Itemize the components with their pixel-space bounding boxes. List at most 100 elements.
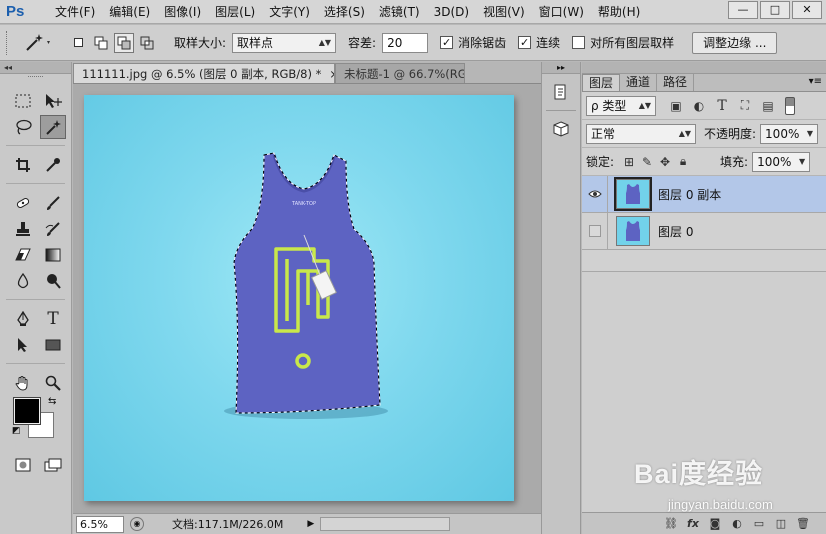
horizontal-scrollbar[interactable]: [320, 517, 451, 531]
maximize-button[interactable]: □: [760, 1, 790, 19]
info-icon[interactable]: ◉: [130, 517, 144, 531]
pen-tool[interactable]: [10, 307, 36, 331]
tool-preset-picker[interactable]: [16, 30, 60, 56]
filter-smart-object-icon[interactable]: ▤: [758, 97, 778, 115]
menu-3d[interactable]: 3D(D): [427, 0, 476, 24]
gradient-tool[interactable]: [40, 243, 66, 267]
sample-size-select[interactable]: 取样点 ▲▼: [232, 32, 337, 53]
trash-icon[interactable]: 🗑︎: [792, 515, 814, 533]
blur-tool[interactable]: [10, 269, 36, 293]
tolerance-input[interactable]: 20: [382, 32, 429, 53]
refine-edge-button[interactable]: 调整边缘 ...: [692, 31, 778, 54]
new-selection-button[interactable]: [68, 33, 88, 53]
menu-filter[interactable]: 滤镜(T): [372, 0, 427, 24]
healing-brush-tool[interactable]: [10, 191, 36, 215]
screen-mode-tool[interactable]: [40, 453, 66, 477]
tab-paths[interactable]: 路径: [657, 74, 695, 91]
menu-layer[interactable]: 图层(L): [208, 0, 262, 24]
foreground-color-swatch[interactable]: [13, 397, 41, 425]
menu-help[interactable]: 帮助(H): [591, 0, 647, 24]
tools-panel-header[interactable]: ◂◂: [0, 62, 71, 74]
lock-transparency-icon[interactable]: ⊞: [620, 153, 638, 171]
intersect-selection-button[interactable]: [137, 33, 157, 53]
lasso-tool[interactable]: [10, 115, 36, 139]
visibility-toggle[interactable]: [582, 175, 608, 213]
filter-pixel-icon[interactable]: ▣: [666, 97, 686, 115]
new-layer-icon[interactable]: ◫: [770, 515, 792, 533]
3d-panel-button[interactable]: [548, 117, 574, 141]
canvas-viewport[interactable]: TANK-TOP: [73, 85, 541, 513]
marquee-tool[interactable]: [10, 89, 36, 113]
layer-thumbnail[interactable]: [614, 177, 652, 211]
menu-file[interactable]: 文件(F): [48, 0, 102, 24]
dodge-tool[interactable]: [40, 269, 66, 293]
antialias-checkbox[interactable]: ✓ 消除锯齿: [440, 34, 506, 51]
hand-tool[interactable]: [10, 371, 36, 395]
menu-window[interactable]: 窗口(W): [532, 0, 591, 24]
layer-filter-select[interactable]: ρ 类型 ▲▼: [586, 95, 656, 116]
eyedropper-tool[interactable]: [40, 153, 66, 177]
layer-row[interactable]: 图层 0 副本: [582, 175, 826, 213]
path-selection-tool[interactable]: [10, 333, 36, 357]
history-brush-tool[interactable]: [40, 217, 66, 241]
panel-menu-icon[interactable]: ▾≡: [809, 76, 822, 87]
add-selection-button[interactable]: [91, 33, 111, 53]
layers-panel-header[interactable]: [582, 62, 826, 74]
document-canvas[interactable]: TANK-TOP: [84, 95, 514, 501]
quick-mask-tool[interactable]: [10, 453, 36, 477]
tab-channels[interactable]: 通道: [620, 74, 658, 91]
eraser-tool[interactable]: [10, 243, 36, 267]
menu-type[interactable]: 文字(Y): [262, 0, 317, 24]
subtract-selection-button[interactable]: [114, 32, 134, 53]
lock-pixels-icon[interactable]: ✎: [638, 153, 656, 171]
document-tabs: 111111.jpg @ 6.5% (图层 0 副本, RGB/8) *× 未标…: [73, 62, 541, 84]
doc-tab-active[interactable]: 111111.jpg @ 6.5% (图层 0 副本, RGB/8) *×: [73, 63, 335, 83]
status-menu-arrow-icon[interactable]: ▶: [307, 519, 314, 529]
filter-toggle-switch[interactable]: [785, 96, 795, 115]
type-tool[interactable]: T: [40, 307, 66, 331]
tab-layers[interactable]: 图层: [582, 74, 621, 91]
swap-colors-icon[interactable]: ⇆: [48, 396, 56, 407]
layer-name[interactable]: 图层 0 副本: [658, 186, 721, 203]
fx-icon[interactable]: fx: [682, 515, 704, 533]
clone-stamp-tool[interactable]: [10, 217, 36, 241]
close-button[interactable]: ✕: [792, 1, 822, 19]
minimize-button[interactable]: —: [728, 1, 758, 19]
rectangle-tool[interactable]: [40, 333, 66, 357]
tools-grip[interactable]: [28, 76, 43, 86]
menu-image[interactable]: 图像(I): [157, 0, 208, 24]
zoom-input[interactable]: 6.5%: [76, 515, 124, 533]
fill-input[interactable]: 100% ▼: [752, 151, 811, 172]
layer-row[interactable]: 图层 0: [582, 212, 826, 250]
contiguous-checkbox[interactable]: ✓ 连续: [518, 34, 560, 51]
photoshop-logo: Ps: [6, 2, 25, 20]
default-colors-icon[interactable]: ◩: [12, 426, 21, 436]
blend-mode-select[interactable]: 正常 ▲▼: [586, 123, 696, 144]
brush-tool[interactable]: [40, 191, 66, 215]
lock-position-icon[interactable]: ✥: [656, 153, 674, 171]
menu-edit[interactable]: 编辑(E): [102, 0, 157, 24]
opacity-input[interactable]: 100% ▼: [760, 123, 819, 144]
link-icon[interactable]: ⛓: [660, 515, 682, 533]
filter-type-icon[interactable]: T: [712, 97, 732, 115]
mask-icon[interactable]: ◙: [704, 515, 726, 533]
lock-all-icon[interactable]: 🔒︎: [674, 153, 692, 171]
crop-tool[interactable]: [10, 153, 36, 177]
zoom-tool[interactable]: [40, 371, 66, 395]
move-tool[interactable]: [40, 89, 66, 113]
menu-select[interactable]: 选择(S): [317, 0, 372, 24]
folder-icon[interactable]: ▭: [748, 515, 770, 533]
doc-tab-inactive[interactable]: 未标题-1 @ 66.7%(RGB...: [335, 63, 465, 83]
options-grip[interactable]: [6, 30, 10, 55]
adjustment-icon[interactable]: ◐: [726, 515, 748, 533]
layer-name[interactable]: 图层 0: [658, 223, 693, 240]
sample-all-layers-checkbox[interactable]: 对所有图层取样: [572, 34, 674, 51]
filter-adjustment-icon[interactable]: ◐: [689, 97, 709, 115]
dock-header[interactable]: ▸▸: [542, 62, 580, 74]
history-panel-button[interactable]: [548, 80, 574, 104]
menu-view[interactable]: 视图(V): [476, 0, 532, 24]
layer-thumbnail[interactable]: [616, 216, 650, 246]
magic-wand-tool[interactable]: [40, 115, 66, 139]
filter-shape-icon[interactable]: ⛶: [735, 97, 755, 115]
visibility-toggle[interactable]: [582, 212, 608, 250]
